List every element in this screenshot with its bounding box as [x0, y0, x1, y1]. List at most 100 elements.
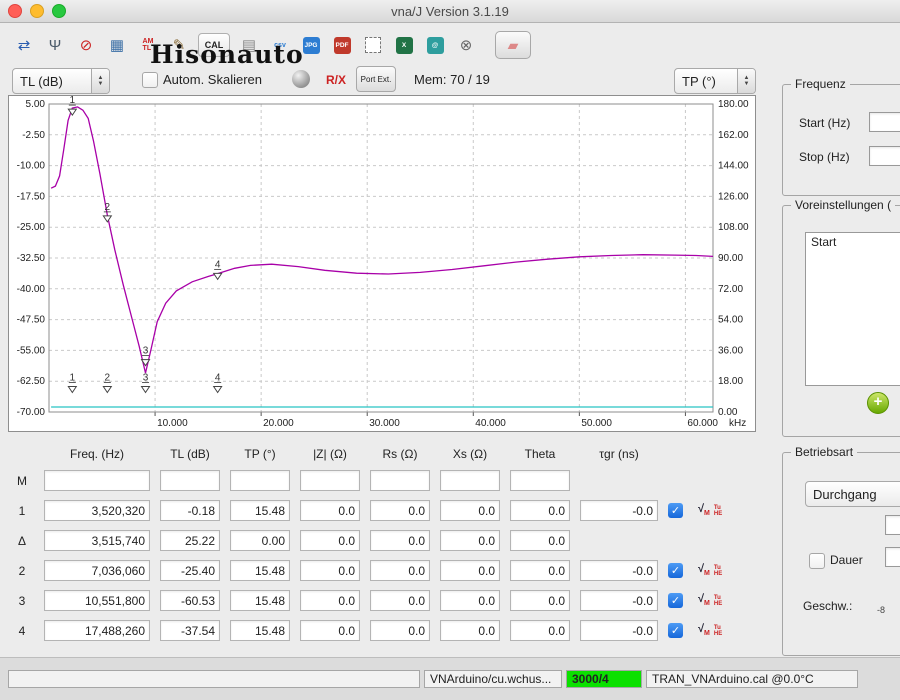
z-field[interactable]: 0.0 — [300, 500, 360, 521]
marker-1-label[interactable]: 1 — [70, 373, 76, 384]
tgr-field[interactable]: -0.0 — [580, 500, 658, 521]
speed-slider-scale[interactable]: -8 — [877, 605, 885, 615]
xs-field[interactable]: 0.0 — [440, 620, 500, 641]
tl-field[interactable]: -25.40 — [160, 560, 220, 581]
rx-toggle-icon[interactable]: R/X — [326, 73, 346, 87]
theta-field[interactable]: 0.0 — [510, 500, 570, 521]
xs-field[interactable]: 0.0 — [440, 500, 500, 521]
z-field[interactable] — [300, 470, 360, 491]
tp-field[interactable] — [230, 470, 290, 491]
left-scale-select[interactable]: TL (dB) ▲ ▼ — [12, 68, 110, 94]
autoscale-checkbox[interactable] — [142, 72, 158, 88]
tgr-field[interactable]: -0.0 — [580, 620, 658, 641]
xs-field[interactable]: 0.0 — [440, 530, 500, 551]
mode-aux-input[interactable] — [885, 515, 900, 535]
marker-2-label[interactable]: 2 — [105, 373, 111, 384]
sqrt-m-marker-icon[interactable]: √M — [698, 593, 710, 607]
cal-button[interactable]: CAL — [198, 33, 230, 57]
marker-4-label[interactable]: 4 — [215, 373, 221, 384]
scale-select-icon[interactable]: AM TL — [136, 34, 160, 56]
preset-item[interactable]: Start — [806, 233, 900, 251]
marker-3-triangle[interactable] — [140, 386, 151, 394]
marker-3-label[interactable]: 3 — [143, 346, 149, 357]
xls-export-icon[interactable]: X — [392, 34, 416, 56]
tl-tp-chart[interactable]: 5.00 -2.50 -10.00 -17.50 -25.00 -32.50 -40.00 -… — [9, 96, 755, 431]
marker-4-triangle[interactable] — [212, 386, 223, 394]
theta-field[interactable]: 0.0 — [510, 590, 570, 611]
frequency-table-icon[interactable]: ▦ — [105, 34, 129, 56]
row-checkbox[interactable]: ✓ — [668, 563, 683, 578]
single-sweep-icon[interactable]: ⊘ — [74, 34, 98, 56]
tune-helper-icon[interactable]: Tu HE — [714, 505, 722, 517]
rs-field[interactable]: 0.0 — [370, 560, 430, 581]
theta-field[interactable]: 0.0 — [510, 560, 570, 581]
sqrt-m-marker-icon[interactable]: √M — [698, 563, 710, 577]
calibration-icon[interactable]: ✎ — [167, 34, 191, 56]
tl-field[interactable] — [160, 470, 220, 491]
tune-helper-icon[interactable]: Tu HE — [714, 595, 722, 607]
calibration-field[interactable]: TRAN_VNArduino.cal @0.0°C — [646, 670, 858, 688]
marker-2-triangle[interactable] — [102, 386, 113, 394]
tl-field[interactable]: 25.22 — [160, 530, 220, 551]
freq-field[interactable] — [44, 470, 150, 491]
marker-1-label[interactable]: 1 — [70, 96, 76, 106]
presets-list[interactable]: Start — [805, 232, 900, 386]
tl-field[interactable]: -0.18 — [160, 500, 220, 521]
marker-4-triangle[interactable] — [212, 272, 223, 281]
marker-3-label[interactable]: 3 — [143, 373, 149, 384]
eraser-icon[interactable]: ▰ — [495, 31, 531, 59]
rs-field[interactable]: 0.0 — [370, 620, 430, 641]
port-extension-button[interactable]: Port Ext. — [356, 66, 396, 92]
row-checkbox[interactable]: ✓ — [668, 623, 683, 638]
tgr-field[interactable]: -0.0 — [580, 560, 658, 581]
sqrt-m-marker-icon[interactable]: √M — [698, 503, 710, 517]
row-checkbox[interactable]: ✓ — [668, 593, 683, 608]
pdf-export-icon[interactable]: PDF — [330, 34, 354, 56]
tp-field[interactable]: 15.48 — [230, 620, 290, 641]
rs-field[interactable] — [370, 470, 430, 491]
freq-field[interactable]: 7,036,060 — [44, 560, 150, 581]
right-scale-select[interactable]: TP (°) ▲ ▼ — [674, 68, 756, 94]
marker-1-triangle[interactable] — [67, 386, 78, 394]
report-icon[interactable]: ▤ — [237, 34, 261, 56]
freq-field[interactable]: 17,488,260 — [44, 620, 150, 641]
add-preset-button[interactable]: + — [867, 392, 889, 414]
tl-field[interactable]: -60.53 — [160, 590, 220, 611]
dauer-aux-input[interactable] — [885, 547, 900, 567]
reconnect-icon[interactable]: ⇄ — [12, 34, 36, 56]
snapshot-icon[interactable] — [361, 34, 385, 56]
tp-field[interactable]: 15.48 — [230, 590, 290, 611]
xs-field[interactable]: 0.0 — [440, 560, 500, 581]
tune-helper-icon[interactable]: Tu HE — [714, 625, 722, 637]
z-field[interactable]: 0.0 — [300, 560, 360, 581]
marker-4-label[interactable]: 4 — [215, 259, 221, 270]
jpg-export-icon[interactable]: JPG — [299, 34, 323, 56]
wipe-memory-icon[interactable] — [292, 70, 310, 88]
rs-field[interactable]: 0.0 — [370, 500, 430, 521]
xs-field[interactable] — [440, 470, 500, 491]
csv-export-icon[interactable]: csv — [268, 34, 292, 56]
marker-2-label[interactable]: 2 — [105, 202, 111, 213]
tl-field[interactable]: -37.54 — [160, 620, 220, 641]
xs-field[interactable]: 0.0 — [440, 590, 500, 611]
tune-helper-icon[interactable]: Tu HE — [714, 565, 722, 577]
mode-select[interactable]: Durchgang ▲▼ — [805, 481, 900, 507]
theta-field[interactable] — [510, 470, 570, 491]
tgr-field[interactable]: -0.0 — [580, 590, 658, 611]
serial-port-field[interactable]: VNArduino/cu.wchus... — [424, 670, 562, 688]
tp-field[interactable]: 15.48 — [230, 560, 290, 581]
z-field[interactable]: 0.0 — [300, 530, 360, 551]
marker-2-triangle[interactable] — [102, 215, 113, 223]
start-freq-input[interactable] — [869, 112, 900, 132]
sqrt-m-marker-icon[interactable]: √M — [698, 623, 710, 637]
rs-field[interactable]: 0.0 — [370, 530, 430, 551]
tp-field[interactable]: 15.48 — [230, 500, 290, 521]
z-field[interactable]: 0.0 — [300, 620, 360, 641]
row-checkbox[interactable]: ✓ — [668, 503, 683, 518]
dauer-checkbox[interactable] — [809, 553, 825, 569]
theta-field[interactable]: 0.0 — [510, 530, 570, 551]
zoom-reset-icon[interactable]: ⊗ — [454, 34, 478, 56]
theta-field[interactable]: 0.0 — [510, 620, 570, 641]
freq-field[interactable]: 3,515,740 — [44, 530, 150, 551]
stop-freq-input[interactable] — [869, 146, 900, 166]
